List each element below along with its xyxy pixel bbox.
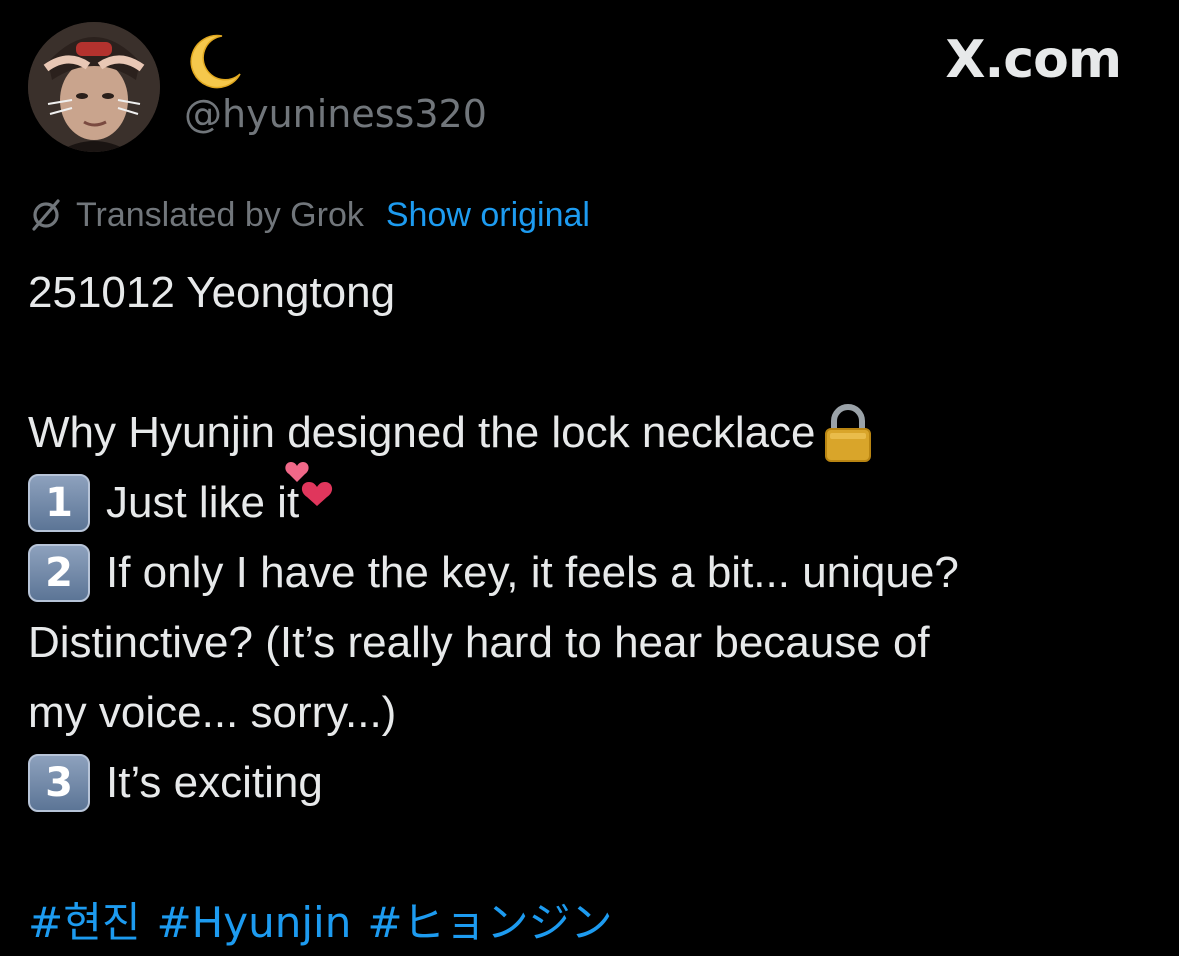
list-item: 1 Just like it xyxy=(28,462,1148,538)
post-line-text: 251012 Yeongtong xyxy=(28,268,396,317)
avatar[interactable] xyxy=(28,22,160,152)
crescent-moon-icon[interactable] xyxy=(184,30,244,90)
post-line-text: Distinctive? (It’s really hard to hear b… xyxy=(28,618,930,667)
hashtags: #현진 #Hyunjin #ヒョンジン xyxy=(28,888,1148,956)
translate-slash-icon xyxy=(28,197,64,233)
keycap-3-icon: 3 xyxy=(28,754,90,812)
translation-bar: Translated by Grok Show original xyxy=(28,194,590,236)
post-line-text: my voice... sorry...) xyxy=(28,688,397,737)
post-line: Why Hyunjin designed the lock necklace xyxy=(28,398,1148,468)
list-item-text: It’s exciting xyxy=(106,758,323,807)
show-original-link[interactable]: Show original xyxy=(386,196,590,235)
keycap-1-icon: 1 xyxy=(28,474,90,532)
keycap-2-icon: 2 xyxy=(28,544,90,602)
x-com-logo: X.com xyxy=(945,30,1122,90)
hashtag-link[interactable]: #Hyunjin xyxy=(156,888,351,956)
post-line: my voice... sorry...) xyxy=(28,678,1148,748)
translated-by-label: Translated by Grok xyxy=(76,195,364,234)
hashtag-link[interactable]: #현진 xyxy=(28,888,140,956)
hashtag-link[interactable]: #ヒョンジン xyxy=(367,888,612,956)
list-item: 2 If only I have the key, it feels a bit… xyxy=(28,538,1148,608)
post-line-text: Why Hyunjin designed the lock necklace xyxy=(28,408,816,457)
post-text: 251012 Yeongtong Why Hyunjin designed th… xyxy=(28,258,1148,956)
lock-icon xyxy=(820,403,876,463)
list-item-text: Just like it xyxy=(106,478,300,527)
list-item-text: If only I have the key, it feels a bit..… xyxy=(106,548,959,597)
list-item: 3 It’s exciting xyxy=(28,748,1148,818)
two-hearts-icon xyxy=(281,456,333,508)
author-handle[interactable]: @hyuniness320 xyxy=(184,92,487,136)
post-line: Distinctive? (It’s really hard to hear b… xyxy=(28,608,1148,678)
post-line: 251012 Yeongtong xyxy=(28,258,1148,328)
